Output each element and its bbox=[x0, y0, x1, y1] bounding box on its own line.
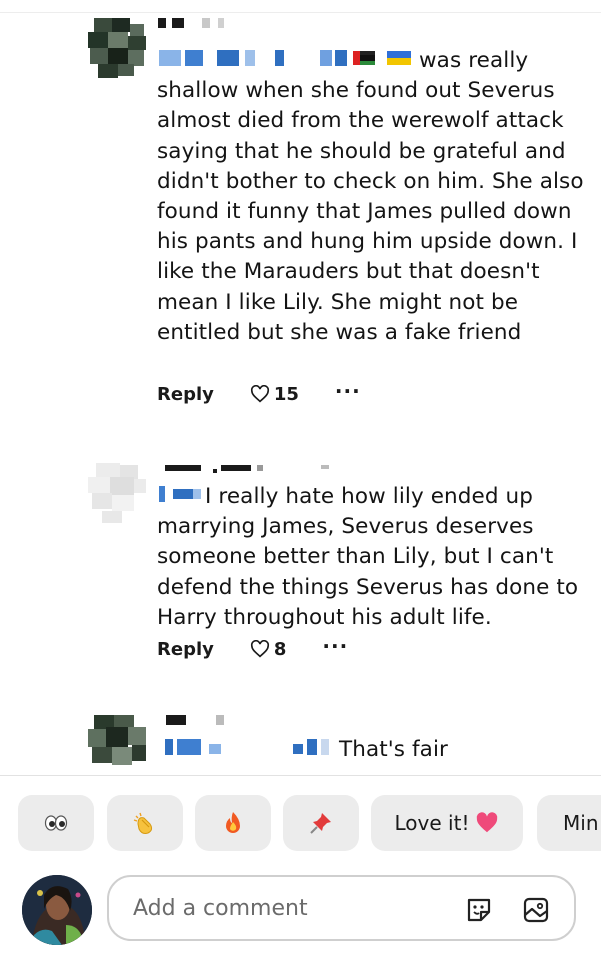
mention-blurred[interactable] bbox=[157, 483, 205, 505]
comment-item: was really shallow when she found out Se… bbox=[0, 0, 601, 420]
more-options-button[interactable]: ··· bbox=[335, 381, 361, 401]
more-options-button[interactable]: ··· bbox=[322, 636, 348, 656]
like-count: 15 bbox=[273, 383, 299, 405]
quick-reactions-bar: Love it! Min bbox=[0, 795, 601, 853]
username-blurred[interactable] bbox=[158, 18, 228, 28]
profile-photo-icon bbox=[22, 875, 92, 945]
fire-icon bbox=[226, 812, 240, 833]
current-user-avatar[interactable] bbox=[22, 875, 92, 945]
comment-text: I really hate how lily ended up marrying… bbox=[157, 482, 587, 633]
reply-button[interactable]: Reply bbox=[157, 639, 214, 660]
comment-text: That's fair bbox=[157, 735, 587, 765]
image-icon[interactable] bbox=[521, 895, 551, 925]
comment-item: I really hate how lily ended up marrying… bbox=[0, 455, 601, 685]
clapping-hands-icon bbox=[133, 812, 153, 834]
like-count: 8 bbox=[273, 638, 287, 660]
comment-composer bbox=[0, 870, 601, 960]
reaction-chip-fire[interactable] bbox=[195, 795, 271, 851]
heart-outline-icon bbox=[250, 385, 269, 403]
comment-item: That's fair bbox=[0, 700, 601, 775]
reaction-chip-more[interactable]: Min bbox=[537, 795, 601, 851]
comment-body: That's fair bbox=[339, 737, 448, 762]
eyes-icon bbox=[44, 815, 68, 831]
comment-actions: Reply 15 ··· bbox=[157, 380, 361, 408]
reaction-chip-pushpin[interactable] bbox=[283, 795, 359, 851]
avatar[interactable] bbox=[88, 715, 148, 775]
comment-body: I really hate how lily ended up marrying… bbox=[157, 484, 579, 630]
reaction-chip-eyes[interactable] bbox=[18, 795, 94, 851]
avatar[interactable] bbox=[88, 463, 148, 523]
comment-text: was really shallow when she found out Se… bbox=[157, 46, 587, 348]
heart-outline-icon bbox=[250, 640, 269, 658]
mention-blurred[interactable] bbox=[157, 736, 339, 758]
comment-actions: Reply 8 ··· bbox=[157, 635, 348, 663]
avatar[interactable] bbox=[88, 18, 148, 78]
chip-label: Min bbox=[563, 811, 599, 835]
reaction-chip-love-it[interactable]: Love it! bbox=[371, 795, 523, 851]
chip-label: Love it! bbox=[394, 811, 470, 835]
composer-divider bbox=[0, 775, 601, 776]
comment-input-box[interactable] bbox=[107, 875, 576, 941]
mention-blurred[interactable] bbox=[157, 47, 419, 69]
sticker-icon[interactable] bbox=[464, 895, 494, 925]
pink-heart-icon bbox=[477, 812, 498, 833]
reply-button[interactable]: Reply bbox=[157, 384, 214, 405]
username-blurred[interactable] bbox=[165, 463, 335, 473]
like-button[interactable]: 8 bbox=[250, 638, 287, 660]
username-blurred[interactable] bbox=[166, 715, 236, 725]
pushpin-icon bbox=[310, 813, 331, 834]
comment-input[interactable] bbox=[131, 894, 435, 922]
comment-body: was really shallow when she found out Se… bbox=[157, 48, 584, 345]
reaction-chip-clap[interactable] bbox=[107, 795, 183, 851]
like-button[interactable]: 15 bbox=[250, 384, 299, 405]
